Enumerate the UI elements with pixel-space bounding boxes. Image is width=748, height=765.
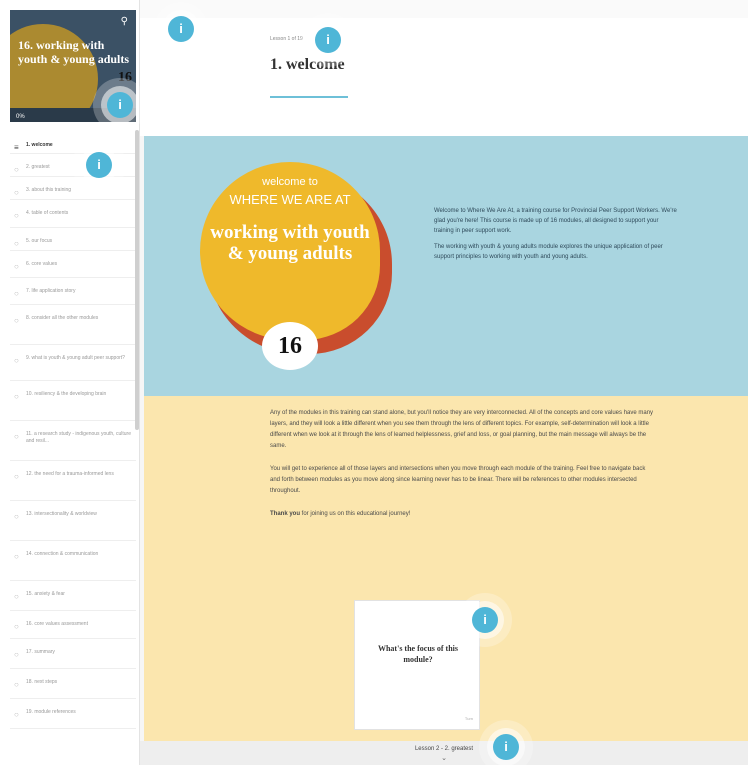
sidebar-item-lesson[interactable]: ○ 3. about this training xyxy=(10,177,136,200)
sidebar-item-lesson[interactable]: ○ 7. life application story xyxy=(10,278,136,305)
page-title: 1. welcome xyxy=(270,56,345,73)
intro-thanks: Thank you for joining us on this educati… xyxy=(270,509,654,520)
lesson-status-icon: ○ xyxy=(14,356,19,365)
top-bar xyxy=(140,0,748,18)
lesson-list: ≡ 1. welcome ○ 2. greatest ○ 3. about this tr… xyxy=(10,132,136,729)
intro-paragraph-1: Any of the modules in this training can … xyxy=(270,410,654,449)
sidebar-scrollbar[interactable] xyxy=(135,130,139,430)
badge-module-title: working with youth & young adults xyxy=(210,222,370,264)
sidebar-item-label: 15. anxiety & fear xyxy=(26,591,65,597)
info-icon[interactable]: i xyxy=(107,92,133,118)
lesson-status-icon: ○ xyxy=(14,289,19,298)
sidebar-item-lesson[interactable]: ○ 15. anxiety & fear xyxy=(10,581,136,611)
intro-text: Any of the modules in this training can … xyxy=(270,408,654,532)
sidebar-item-lesson[interactable]: ○ 14. connection & communication xyxy=(10,541,136,581)
sidebar-item-lesson[interactable]: ○ 5. our focus xyxy=(10,228,136,251)
thanks-bold: Thank you xyxy=(270,511,301,517)
lesson-status-icon: ○ xyxy=(14,710,19,719)
badge-where-we-are-at: WHERE WE ARE AT xyxy=(229,192,351,207)
chevron-down-icon[interactable]: ⌄ xyxy=(140,754,748,762)
sidebar-item-lesson[interactable]: ○ 8. consider all the other modules xyxy=(10,305,136,345)
sidebar-item-lesson[interactable]: ○ 4. table of contents xyxy=(10,200,136,228)
sidebar-item-lesson[interactable]: ○ 11. a research study - indigenous youth… xyxy=(10,421,136,461)
course-logo: 16 xyxy=(118,70,132,85)
lesson-status-icon: ○ xyxy=(14,188,19,197)
sidebar-item-lesson[interactable]: ○ 16. core values assessment xyxy=(10,611,136,639)
info-icon[interactable]: i xyxy=(168,16,194,42)
sidebar-item-lesson[interactable]: ○ 2. greatest xyxy=(10,154,136,177)
title-divider xyxy=(270,96,348,98)
sidebar-item-label: 6. core values xyxy=(26,261,58,267)
sidebar-item-label: 16. core values assessment xyxy=(26,621,88,627)
sidebar-item-label: 18. next steps xyxy=(26,679,58,685)
hero-text: Welcome to Where We Are At, a training c… xyxy=(434,206,678,268)
sidebar-item-lesson[interactable]: ○ 13. intersectionality & worldview xyxy=(10,501,136,541)
lesson-header: Lesson 1 of 19 1. welcome xyxy=(140,18,748,136)
welcome-badge: welcome to WHERE WE ARE AT working with … xyxy=(200,162,392,354)
sidebar-item-label: 11. a research study - indigenous youth,… xyxy=(26,431,131,444)
thanks-rest: for joining us on this educational journ… xyxy=(300,511,411,517)
lesson-status-icon: ○ xyxy=(14,432,19,441)
intro-paragraph-2: You will get to experience all of those … xyxy=(270,466,646,494)
sidebar-item-lesson[interactable]: ≡ 1. welcome xyxy=(10,132,136,154)
lesson-status-icon: ○ xyxy=(14,392,19,401)
badge-welcome-to: welcome to xyxy=(262,176,318,188)
next-lesson-link[interactable]: Lesson 2 - 2. greatest xyxy=(140,746,748,752)
lesson-status-icon: ○ xyxy=(14,262,19,271)
sidebar-item-lesson[interactable]: ○ 10. resiliency & the developing brain xyxy=(10,381,136,421)
hero-paragraph-1: Welcome to Where We Are At, a training c… xyxy=(434,208,677,234)
hero-section: welcome to WHERE WE ARE AT working with … xyxy=(144,136,748,396)
course-title: 16. working with youth & young adults xyxy=(18,38,130,66)
sidebar-item-label: 7. life application story xyxy=(26,288,76,294)
sidebar-item-label: 2. greatest xyxy=(26,164,50,170)
search-icon[interactable]: ⚲ xyxy=(121,16,128,27)
intro-section: Any of the modules in this training can … xyxy=(144,396,748,741)
lesson-status-icon: ○ xyxy=(14,622,19,631)
sidebar-item-label: 13. intersectionality & worldview xyxy=(26,511,97,517)
sidebar-item-label: 4. table of contents xyxy=(26,210,69,216)
lesson-status-icon: ○ xyxy=(14,165,19,174)
lesson-status-icon: ○ xyxy=(14,512,19,521)
sidebar-item-label: 1. welcome xyxy=(26,142,53,148)
info-icon[interactable]: i xyxy=(493,734,519,760)
sidebar-item-label: 10. resiliency & the developing brain xyxy=(26,391,107,397)
lesson-status-icon: ○ xyxy=(14,316,19,325)
hero-paragraph-2: The working with youth & young adults mo… xyxy=(434,244,663,260)
flip-button[interactable]: Turn xyxy=(465,716,473,721)
breadcrumb: Lesson 1 of 19 xyxy=(270,36,303,42)
info-icon[interactable]: i xyxy=(86,152,112,178)
sidebar-item-label: 12. the need for a trauma-informed lens xyxy=(26,471,114,477)
lesson-status-icon: ○ xyxy=(14,680,19,689)
lesson-status-icon: ○ xyxy=(14,552,19,561)
sidebar-item-label: 17. summary xyxy=(26,649,55,655)
sidebar-item-label: 14. connection & communication xyxy=(26,551,99,557)
info-icon[interactable]: i xyxy=(472,607,498,633)
lesson-status-icon: ○ xyxy=(14,239,19,248)
sidebar-item-label: 8. consider all the other modules xyxy=(26,315,99,321)
sidebar-item-lesson[interactable]: ○ 9. what is youth & young adult peer sup… xyxy=(10,345,136,381)
main-content: ≡ Lesson 1 of 19 1. welcome welcome to W… xyxy=(140,0,748,765)
flashcard-question: What's the focus of this module? xyxy=(377,644,458,664)
sidebar-item-lesson[interactable]: ○ 12. the need for a trauma-informed lens xyxy=(10,461,136,501)
lesson-status-icon: ○ xyxy=(14,472,19,481)
lesson-status-icon: ○ xyxy=(14,650,19,659)
sidebar-item-lesson[interactable]: ○ 17. summary xyxy=(10,639,136,669)
flashcard[interactable]: What's the focus of this module? Turn xyxy=(354,600,480,730)
next-lesson-bar[interactable]: Lesson 2 - 2. greatest ⌄ xyxy=(140,741,748,765)
sidebar-item-lesson[interactable]: ○ 6. core values xyxy=(10,251,136,278)
progress-text: 0% xyxy=(16,114,25,120)
info-icon[interactable]: i xyxy=(315,27,341,53)
module-16-logo: 16 xyxy=(262,322,318,370)
sidebar-item-label: 5. our focus xyxy=(26,238,53,244)
list-icon: ≡ xyxy=(14,143,19,152)
sidebar-item-lesson[interactable]: ○ 18. next steps xyxy=(10,669,136,699)
sidebar-item-label: 3. about this training xyxy=(26,187,72,193)
sidebar-item-label: 19. module references xyxy=(26,709,76,715)
lesson-status-icon: ○ xyxy=(14,592,19,601)
sidebar-item-lesson[interactable]: ○ 19. module references xyxy=(10,699,136,729)
sidebar-item-label: 9. what is youth & young adult peer supp… xyxy=(26,355,125,361)
lesson-status-icon: ○ xyxy=(14,211,19,220)
